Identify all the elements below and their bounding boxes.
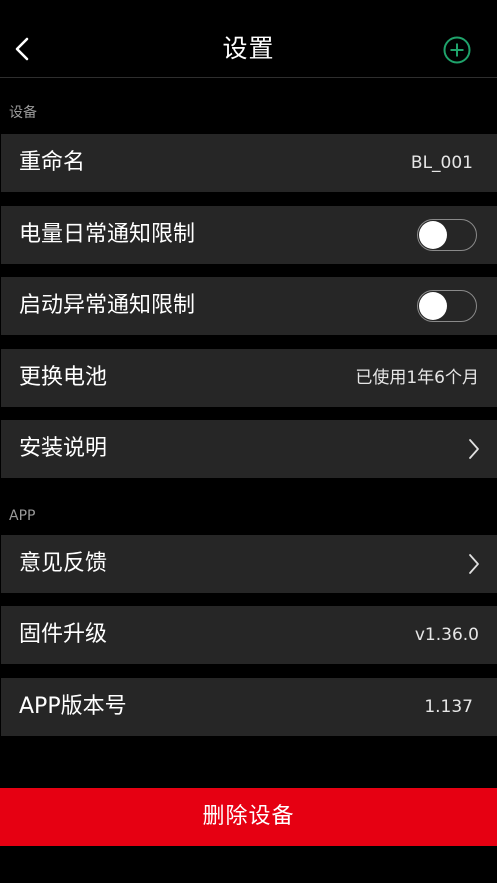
rename-label: 重命名 — [19, 150, 86, 175]
device-name-value: BL_001 — [410, 153, 473, 173]
install-instructions-row[interactable]: 安装说明 — [1, 420, 497, 478]
toggle-knob — [419, 221, 447, 249]
chevron-right-icon — [469, 439, 479, 459]
section-label-app: APP — [9, 508, 36, 524]
toggle-knob — [419, 292, 447, 320]
startup-abnormal-notify-row: 启动异常通知限制 — [1, 277, 497, 335]
startup-abnormal-notify-label: 启动异常通知限制 — [19, 293, 196, 318]
firmware-version-value: v1.36.0 — [414, 625, 479, 645]
add-device-button[interactable] — [441, 34, 473, 66]
app-version-label: APP版本号 — [19, 694, 127, 719]
replace-battery-row[interactable]: 更换电池 已使用1年6个月 — [1, 349, 497, 407]
firmware-upgrade-row[interactable]: 固件升级 v1.36.0 — [1, 606, 497, 664]
delete-device-button[interactable]: 删除设备 — [0, 788, 497, 846]
startup-abnormal-notify-toggle[interactable] — [417, 290, 477, 322]
battery-daily-notify-row: 电量日常通知限制 — [1, 206, 497, 264]
feedback-row[interactable]: 意见反馈 — [1, 535, 497, 593]
chevron-right-icon — [469, 554, 479, 574]
install-instructions-label: 安装说明 — [19, 436, 108, 461]
firmware-upgrade-label: 固件升级 — [19, 622, 108, 647]
battery-daily-notify-label: 电量日常通知限制 — [19, 222, 196, 247]
section-label-device: 设备 — [9, 105, 37, 121]
app-version-value: 1.137 — [424, 697, 473, 717]
nav-bar: 设置 — [0, 0, 497, 78]
rename-row[interactable]: 重命名 BL_001 — [1, 134, 497, 192]
battery-usage-value: 已使用1年6个月 — [355, 368, 479, 388]
page-title: 设置 — [222, 34, 275, 63]
replace-battery-label: 更换电池 — [19, 365, 108, 390]
app-version-row: APP版本号 1.137 — [1, 678, 497, 736]
plus-circle-icon — [443, 36, 471, 64]
battery-daily-notify-toggle[interactable] — [417, 219, 477, 251]
feedback-label: 意见反馈 — [19, 551, 108, 576]
